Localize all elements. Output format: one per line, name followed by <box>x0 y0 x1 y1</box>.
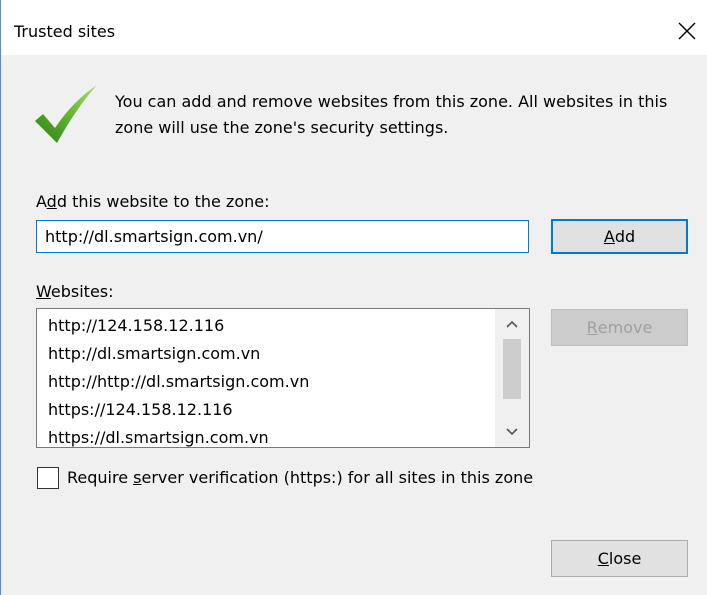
window-title: Trusted sites <box>14 22 116 41</box>
websites-label: Websites: <box>36 282 114 301</box>
list-item[interactable]: https://dl.smartsign.com.vn <box>37 424 495 447</box>
scroll-down-icon[interactable] <box>495 417 529 447</box>
trusted-sites-dialog: Trusted sites You can add and remove web… <box>0 0 707 595</box>
scroll-thumb[interactable] <box>503 339 521 399</box>
require-verification-checkbox[interactable] <box>37 467 59 489</box>
websites-list[interactable]: http://124.158.12.116 http://dl.smartsig… <box>36 308 530 448</box>
list-item[interactable]: https://124.158.12.116 <box>37 396 495 424</box>
title-bar: Trusted sites <box>1 0 707 55</box>
close-button[interactable]: Close <box>551 540 688 577</box>
info-message: You can add and remove websites from thi… <box>115 92 668 137</box>
list-item[interactable]: http://dl.smartsign.com.vn <box>37 340 495 368</box>
add-website-label: Add this website to the zone: <box>36 192 270 211</box>
add-button[interactable]: Add <box>551 219 688 254</box>
list-item[interactable]: http://124.158.12.116 <box>37 312 495 340</box>
checkmark-icon <box>33 83 99 145</box>
vertical-scrollbar[interactable] <box>495 309 529 447</box>
require-verification-label: Require server verification (https:) for… <box>67 468 534 487</box>
list-item[interactable]: http://http://dl.smartsign.com.vn <box>37 368 495 396</box>
remove-button[interactable]: Remove <box>551 309 688 346</box>
scroll-up-icon[interactable] <box>495 309 529 339</box>
close-icon[interactable] <box>675 19 699 43</box>
website-url-input[interactable] <box>36 220 529 253</box>
